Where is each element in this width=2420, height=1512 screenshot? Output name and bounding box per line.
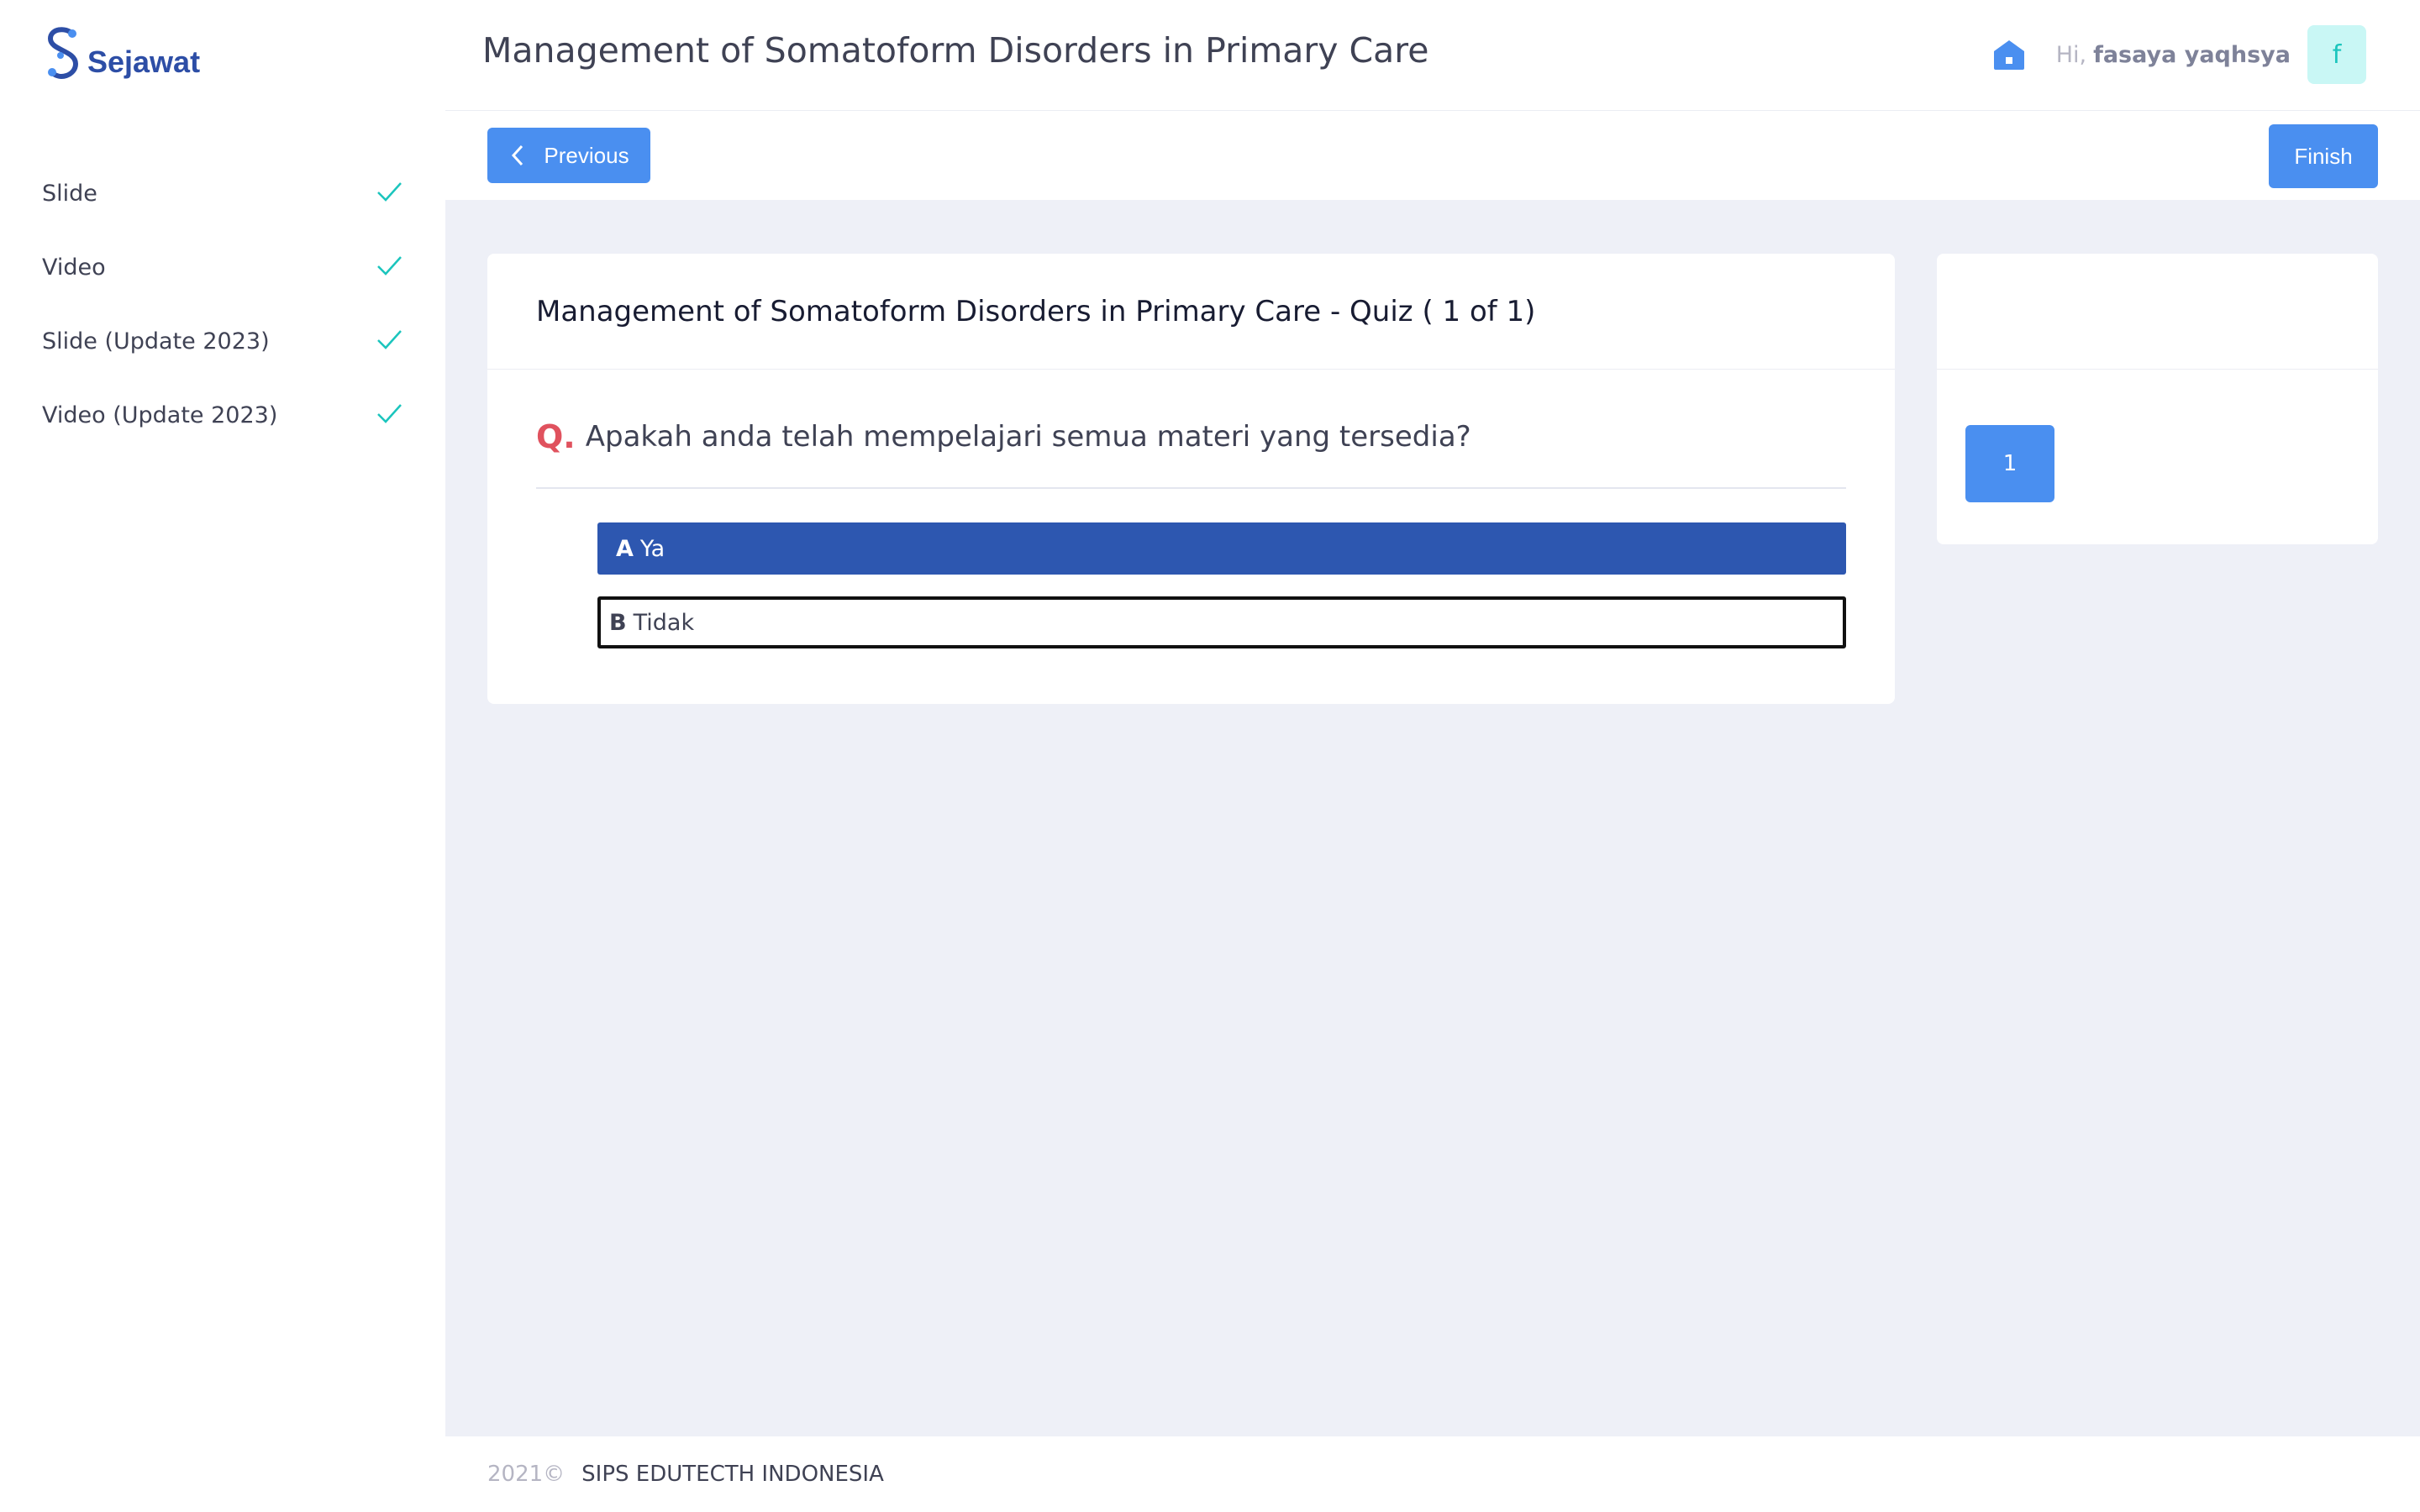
question: Q. Apakah anda telah mempelajari semua m…: [536, 417, 1846, 489]
user-area: Hi, fasaya yaqhsya f: [1991, 25, 2366, 84]
previous-button-label: Previous: [544, 142, 629, 168]
avatar[interactable]: f: [2307, 25, 2366, 84]
chevron-left-icon: [512, 144, 523, 166]
check-icon: [375, 399, 403, 431]
option-letter: B: [609, 609, 627, 636]
question-navigator-header: [1937, 254, 2378, 370]
option-text: Ya: [639, 535, 666, 562]
sidebar-item-label: Slide: [42, 180, 97, 207]
check-icon: [375, 251, 403, 283]
question-navigator: 1: [1937, 254, 2378, 544]
sidebar-item-slide[interactable]: Slide: [0, 156, 445, 230]
toolbar: Previous Finish: [445, 111, 2420, 200]
quiz-title: Management of Somatoform Disorders in Pr…: [536, 294, 1536, 328]
finish-button[interactable]: Finish: [2269, 124, 2378, 188]
top-header: Management of Somatoform Disorders in Pr…: [445, 0, 2420, 111]
option-text: Tidak: [633, 609, 695, 636]
footer-org-link[interactable]: SIPS EDUTECTH INDONESIA: [581, 1462, 884, 1487]
quiz-card-header: Management of Somatoform Disorders in Pr…: [487, 254, 1895, 370]
question-text: Apakah anda telah mempelajari semua mate…: [585, 420, 1471, 454]
check-icon: [375, 325, 403, 357]
brand-logo[interactable]: Sejawat: [42, 24, 200, 87]
page-title: Management of Somatoform Disorders in Pr…: [482, 30, 1429, 71]
sidebar-item-video[interactable]: Video: [0, 230, 445, 304]
option-letter: A: [616, 535, 634, 562]
sidebar-item-label: Video (Update 2023): [42, 402, 278, 428]
check-icon: [375, 177, 403, 209]
sidebar-item-video-update-2023[interactable]: Video (Update 2023): [0, 378, 445, 452]
answer-option-a[interactable]: A Ya: [597, 522, 1846, 575]
question-number-button[interactable]: 1: [1965, 425, 2054, 502]
sidebar-nav: Slide Video Slide (Update 2023) Video (U…: [0, 156, 445, 452]
home-icon[interactable]: [1991, 36, 2028, 73]
footer-year: 2021©: [487, 1462, 566, 1487]
sidebar-item-label: Video: [42, 254, 106, 281]
quiz-card: Management of Somatoform Disorders in Pr…: [487, 254, 1895, 704]
brand-name: Sejawat: [87, 45, 201, 79]
sidebar-item-slide-update-2023[interactable]: Slide (Update 2023): [0, 304, 445, 378]
sidebar: Sejawat Slide Video Slide (Update 2023) …: [0, 0, 445, 1512]
user-name[interactable]: fasaya yaqhsya: [2093, 42, 2291, 68]
answer-option-b[interactable]: B Tidak: [597, 596, 1846, 648]
sidebar-item-label: Slide (Update 2023): [42, 328, 270, 354]
sejawat-logo-icon: [47, 27, 79, 79]
question-marker: Q.: [536, 418, 576, 455]
footer: 2021© SIPS EDUTECTH INDONESIA: [445, 1436, 2420, 1512]
previous-button[interactable]: Previous: [487, 128, 650, 183]
greeting-text: Hi,: [2055, 41, 2087, 68]
